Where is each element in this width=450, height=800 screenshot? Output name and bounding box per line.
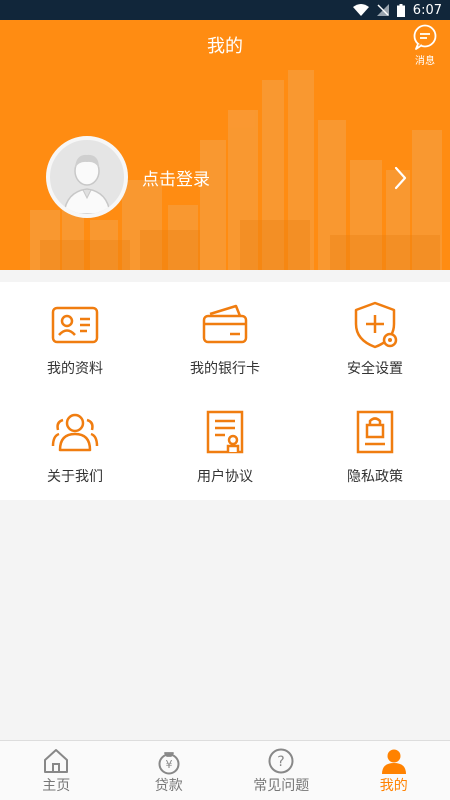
tab-label: 主页 — [42, 777, 71, 794]
tab-loan[interactable]: ¥ 贷款 — [113, 741, 226, 800]
avatar — [46, 136, 128, 218]
agreement-icon — [206, 410, 244, 454]
tab-home[interactable]: 主页 — [0, 741, 113, 800]
tab-mine[interactable]: 我的 — [338, 741, 450, 800]
tab-label: 常见问题 — [253, 777, 310, 794]
menu-item-about[interactable]: 关于我们 — [0, 390, 150, 500]
bottom-tab-bar: 主页 ¥ 贷款 ? 常见问题 我的 — [0, 740, 450, 800]
home-icon — [44, 748, 69, 773]
login-area[interactable]: 点击登录 — [46, 136, 210, 218]
status-time: 6:07 — [412, 2, 442, 18]
people-icon — [51, 413, 99, 452]
svg-text:¥: ¥ — [165, 758, 172, 771]
menu-item-label: 我的银行卡 — [190, 361, 260, 377]
battery-icon — [396, 3, 405, 17]
tab-faq[interactable]: ? 常见问题 — [225, 741, 338, 800]
menu-item-label: 安全设置 — [347, 361, 403, 377]
profile-header: 我的 消息 点击登录 — [0, 20, 450, 270]
page-title: 我的 — [207, 36, 243, 57]
message-label: 消息 — [415, 56, 435, 67]
id-card-icon — [51, 306, 99, 344]
message-button[interactable]: 消息 — [410, 24, 440, 67]
chevron-right-icon[interactable] — [388, 164, 412, 192]
tab-label: 贷款 — [154, 777, 183, 794]
menu-item-label: 我的资料 — [47, 361, 103, 377]
menu-item-label: 用户协议 — [197, 469, 253, 485]
menu-item-privacy[interactable]: 隐私政策 — [300, 390, 450, 500]
chat-bubble-icon — [413, 24, 437, 50]
default-user-icon — [63, 154, 111, 214]
status-bar: 6:07 — [0, 0, 450, 20]
tab-label: 我的 — [379, 777, 408, 794]
menu-item-security[interactable]: 安全设置 — [300, 282, 450, 390]
menu-item-profile[interactable]: 我的资料 — [0, 282, 150, 390]
svg-text:?: ? — [278, 754, 285, 770]
wifi-icon — [352, 4, 369, 16]
menu-item-agreement[interactable]: 用户协议 — [150, 390, 300, 500]
money-bag-icon: ¥ — [158, 751, 180, 774]
login-link[interactable]: 点击登录 — [142, 165, 210, 190]
question-icon: ? — [268, 748, 294, 773]
menu-item-bank-card[interactable]: 我的银行卡 — [150, 282, 300, 390]
person-icon — [381, 749, 406, 774]
signal-icon — [376, 4, 389, 16]
bank-card-icon — [202, 304, 248, 344]
privacy-lock-icon — [356, 410, 394, 454]
menu-grid: 我的资料 我的银行卡 安全设置 关于我们 用户协议 隐私政策 — [0, 282, 450, 500]
menu-item-label: 隐私政策 — [347, 469, 403, 485]
shield-icon — [354, 301, 398, 349]
menu-item-label: 关于我们 — [47, 469, 103, 485]
